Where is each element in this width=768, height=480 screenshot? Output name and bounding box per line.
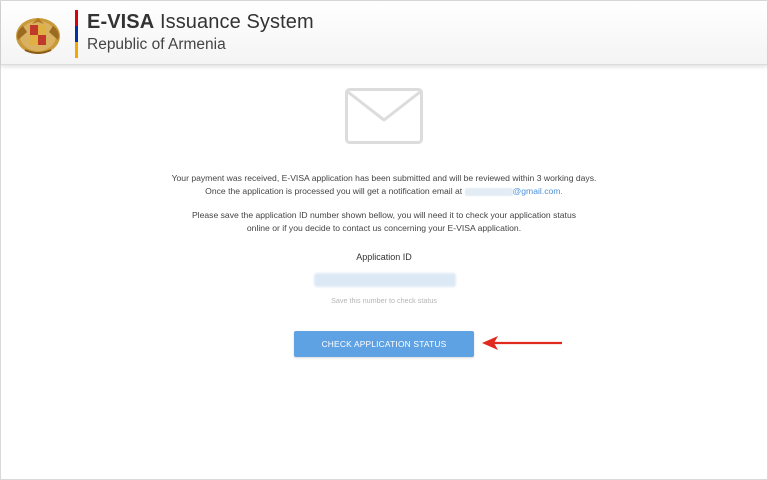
flag-stripe [75,10,78,58]
flag-orange-stripe [75,42,78,58]
site-title-bold: E-VISA [87,11,155,33]
confirmation-message-line1: Your payment was received, E-VISA applic… [171,173,597,183]
redacted-email [464,187,513,196]
flag-blue-stripe [75,26,78,42]
notification-text: Once the application is processed you wi… [205,186,463,196]
armenia-coat-of-arms-icon [16,18,60,54]
site-subtitle: Republic of Armenia [87,36,226,53]
check-application-status-button[interactable]: CHECK APPLICATION STATUS [294,331,474,357]
browser-frame [0,0,768,480]
application-id-label: Application ID [356,252,412,262]
confirmation-message-line2: Once the application is processed you wi… [0,185,768,198]
application-id-value-redacted [314,273,456,287]
save-id-instruction-line1: Please save the application ID number sh… [191,210,577,220]
envelope-icon [345,88,423,144]
flag-red-stripe [75,10,78,26]
site-title: E-VISA Issuance System [87,11,314,34]
save-id-instruction-line2: online or if you decide to contact us co… [246,223,522,233]
save-number-hint: Save this number to check status [331,296,437,305]
red-arrow-annotation [482,336,562,350]
site-header: E-VISA Issuance System Republic of Armen… [1,1,767,65]
site-title-rest: Issuance System [154,11,314,33]
email-domain: @gmail.com. [512,186,563,196]
